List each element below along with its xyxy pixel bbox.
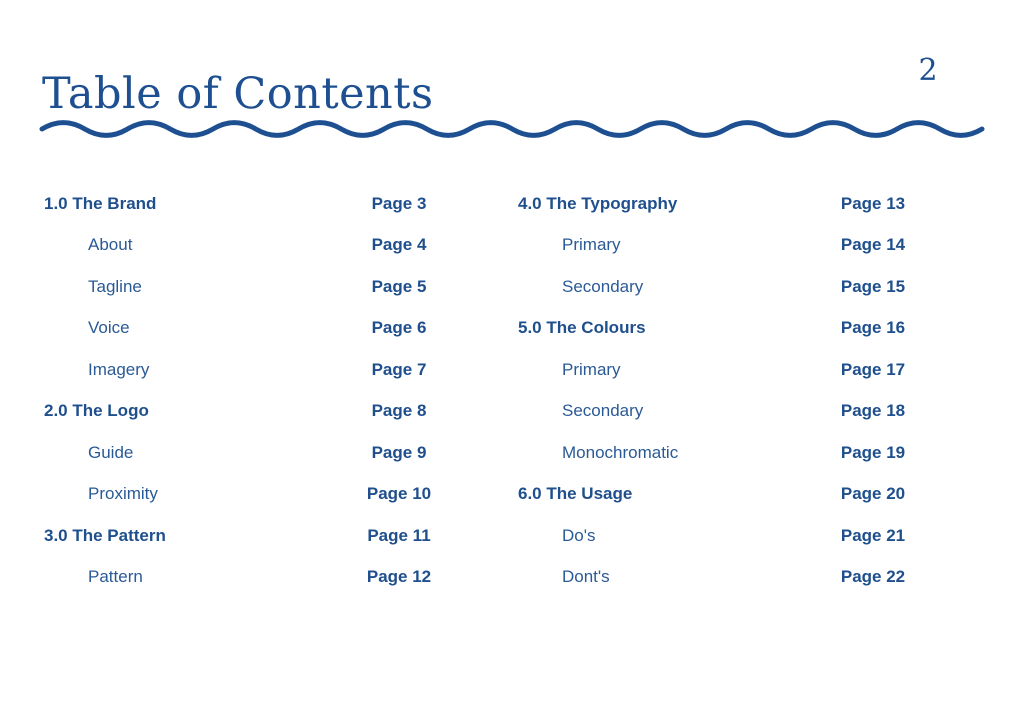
toc-entry[interactable]: Primary Page 17 [518,349,918,391]
toc-subsection-label: About [88,235,133,255]
toc-page-ref: Page 9 [371,442,427,462]
toc-subsection-label: Secondary [562,276,644,296]
toc-subsection-label: Proximity [88,484,158,504]
toc-subsection-label: Primary [562,235,621,255]
toc-entry[interactable]: 1.0 The Brand Page 3 [44,183,444,225]
toc-section-label: 1.0 The Brand [44,193,157,213]
toc-page-ref: Page 17 [840,359,906,379]
toc-entry[interactable]: Secondary Page 15 [518,266,918,308]
toc-entry[interactable]: 5.0 The Colours Page 16 [518,308,918,350]
toc-page-ref: Page 10 [366,484,432,504]
toc-section-label: 6.0 The Usage [518,484,633,504]
toc-entry[interactable]: 4.0 The Typography Page 13 [518,183,918,225]
toc-subsection-label: Imagery [88,359,150,379]
toc-entry[interactable]: Monochromatic Page 19 [518,432,918,474]
toc-entry[interactable]: 2.0 The Logo Page 8 [44,391,444,433]
toc-page-ref: Page 12 [366,567,432,587]
toc-column-left: 1.0 The Brand Page 3 About Page 4 Tagline Pag… [44,183,444,598]
toc-entry[interactable]: Pattern Page 12 [44,557,444,599]
toc-section-label: 3.0 The Pattern [44,525,166,545]
toc-page-ref: Page 20 [840,484,906,504]
toc-section-label: 5.0 The Colours [518,318,646,338]
toc-page-ref: Page 22 [840,567,906,587]
toc-page-ref: Page 4 [371,235,427,255]
wave-divider [39,120,985,138]
toc-entry[interactable]: Dont's Page 22 [518,557,918,599]
toc-entry[interactable]: Voice Page 6 [44,308,444,350]
toc-entry[interactable]: Secondary Page 18 [518,391,918,433]
toc-entry[interactable]: Tagline Page 5 [44,266,444,308]
toc-page-ref: Page 18 [840,401,906,421]
toc-page-ref: Page 6 [371,318,427,338]
toc-page-ref: Page 11 [367,525,431,545]
toc-page-ref: Page 21 [840,525,906,545]
toc-entry[interactable]: 3.0 The Pattern Page 11 [44,515,444,557]
toc-subsection-label: Dont's [562,567,610,587]
toc-page-ref: Page 7 [371,359,427,379]
toc-entry[interactable]: About Page 4 [44,225,444,267]
toc-entry[interactable]: Do's Page 21 [518,515,918,557]
toc-subsection-label: Tagline [88,276,142,296]
toc-page-ref: Page 5 [371,276,427,296]
toc-entry[interactable]: Guide Page 9 [44,432,444,474]
page-number: 2 [918,53,938,88]
toc-entry[interactable]: Proximity Page 10 [44,474,444,516]
toc-subsection-label: Monochromatic [562,442,679,462]
toc-subsection-label: Voice [88,318,130,338]
toc-subsection-label: Primary [562,359,621,379]
toc-entry[interactable]: 6.0 The Usage Page 20 [518,474,918,516]
toc-page-ref: Page 3 [371,193,427,213]
toc-page-ref: Page 8 [371,401,427,421]
toc-page-ref: Page 14 [840,235,906,255]
toc-entry[interactable]: Imagery Page 7 [44,349,444,391]
toc-page-ref: Page 19 [840,442,906,462]
toc-entry[interactable]: Primary Page 14 [518,225,918,267]
toc-subsection-label: Do's [562,525,596,545]
toc-subsection-label: Guide [88,442,134,462]
toc-page-ref: Page 15 [840,276,906,296]
toc-subsection-label: Secondary [562,401,644,421]
toc-page-ref: Page 16 [840,318,906,338]
toc-subsection-label: Pattern [88,567,143,587]
toc-section-label: 2.0 The Logo [44,401,149,421]
toc-page-ref: Page 13 [840,193,906,213]
toc-column-right: 4.0 The Typography Page 13 Primary Page 14 S… [518,183,918,598]
toc-section-label: 4.0 The Typography [518,193,678,213]
